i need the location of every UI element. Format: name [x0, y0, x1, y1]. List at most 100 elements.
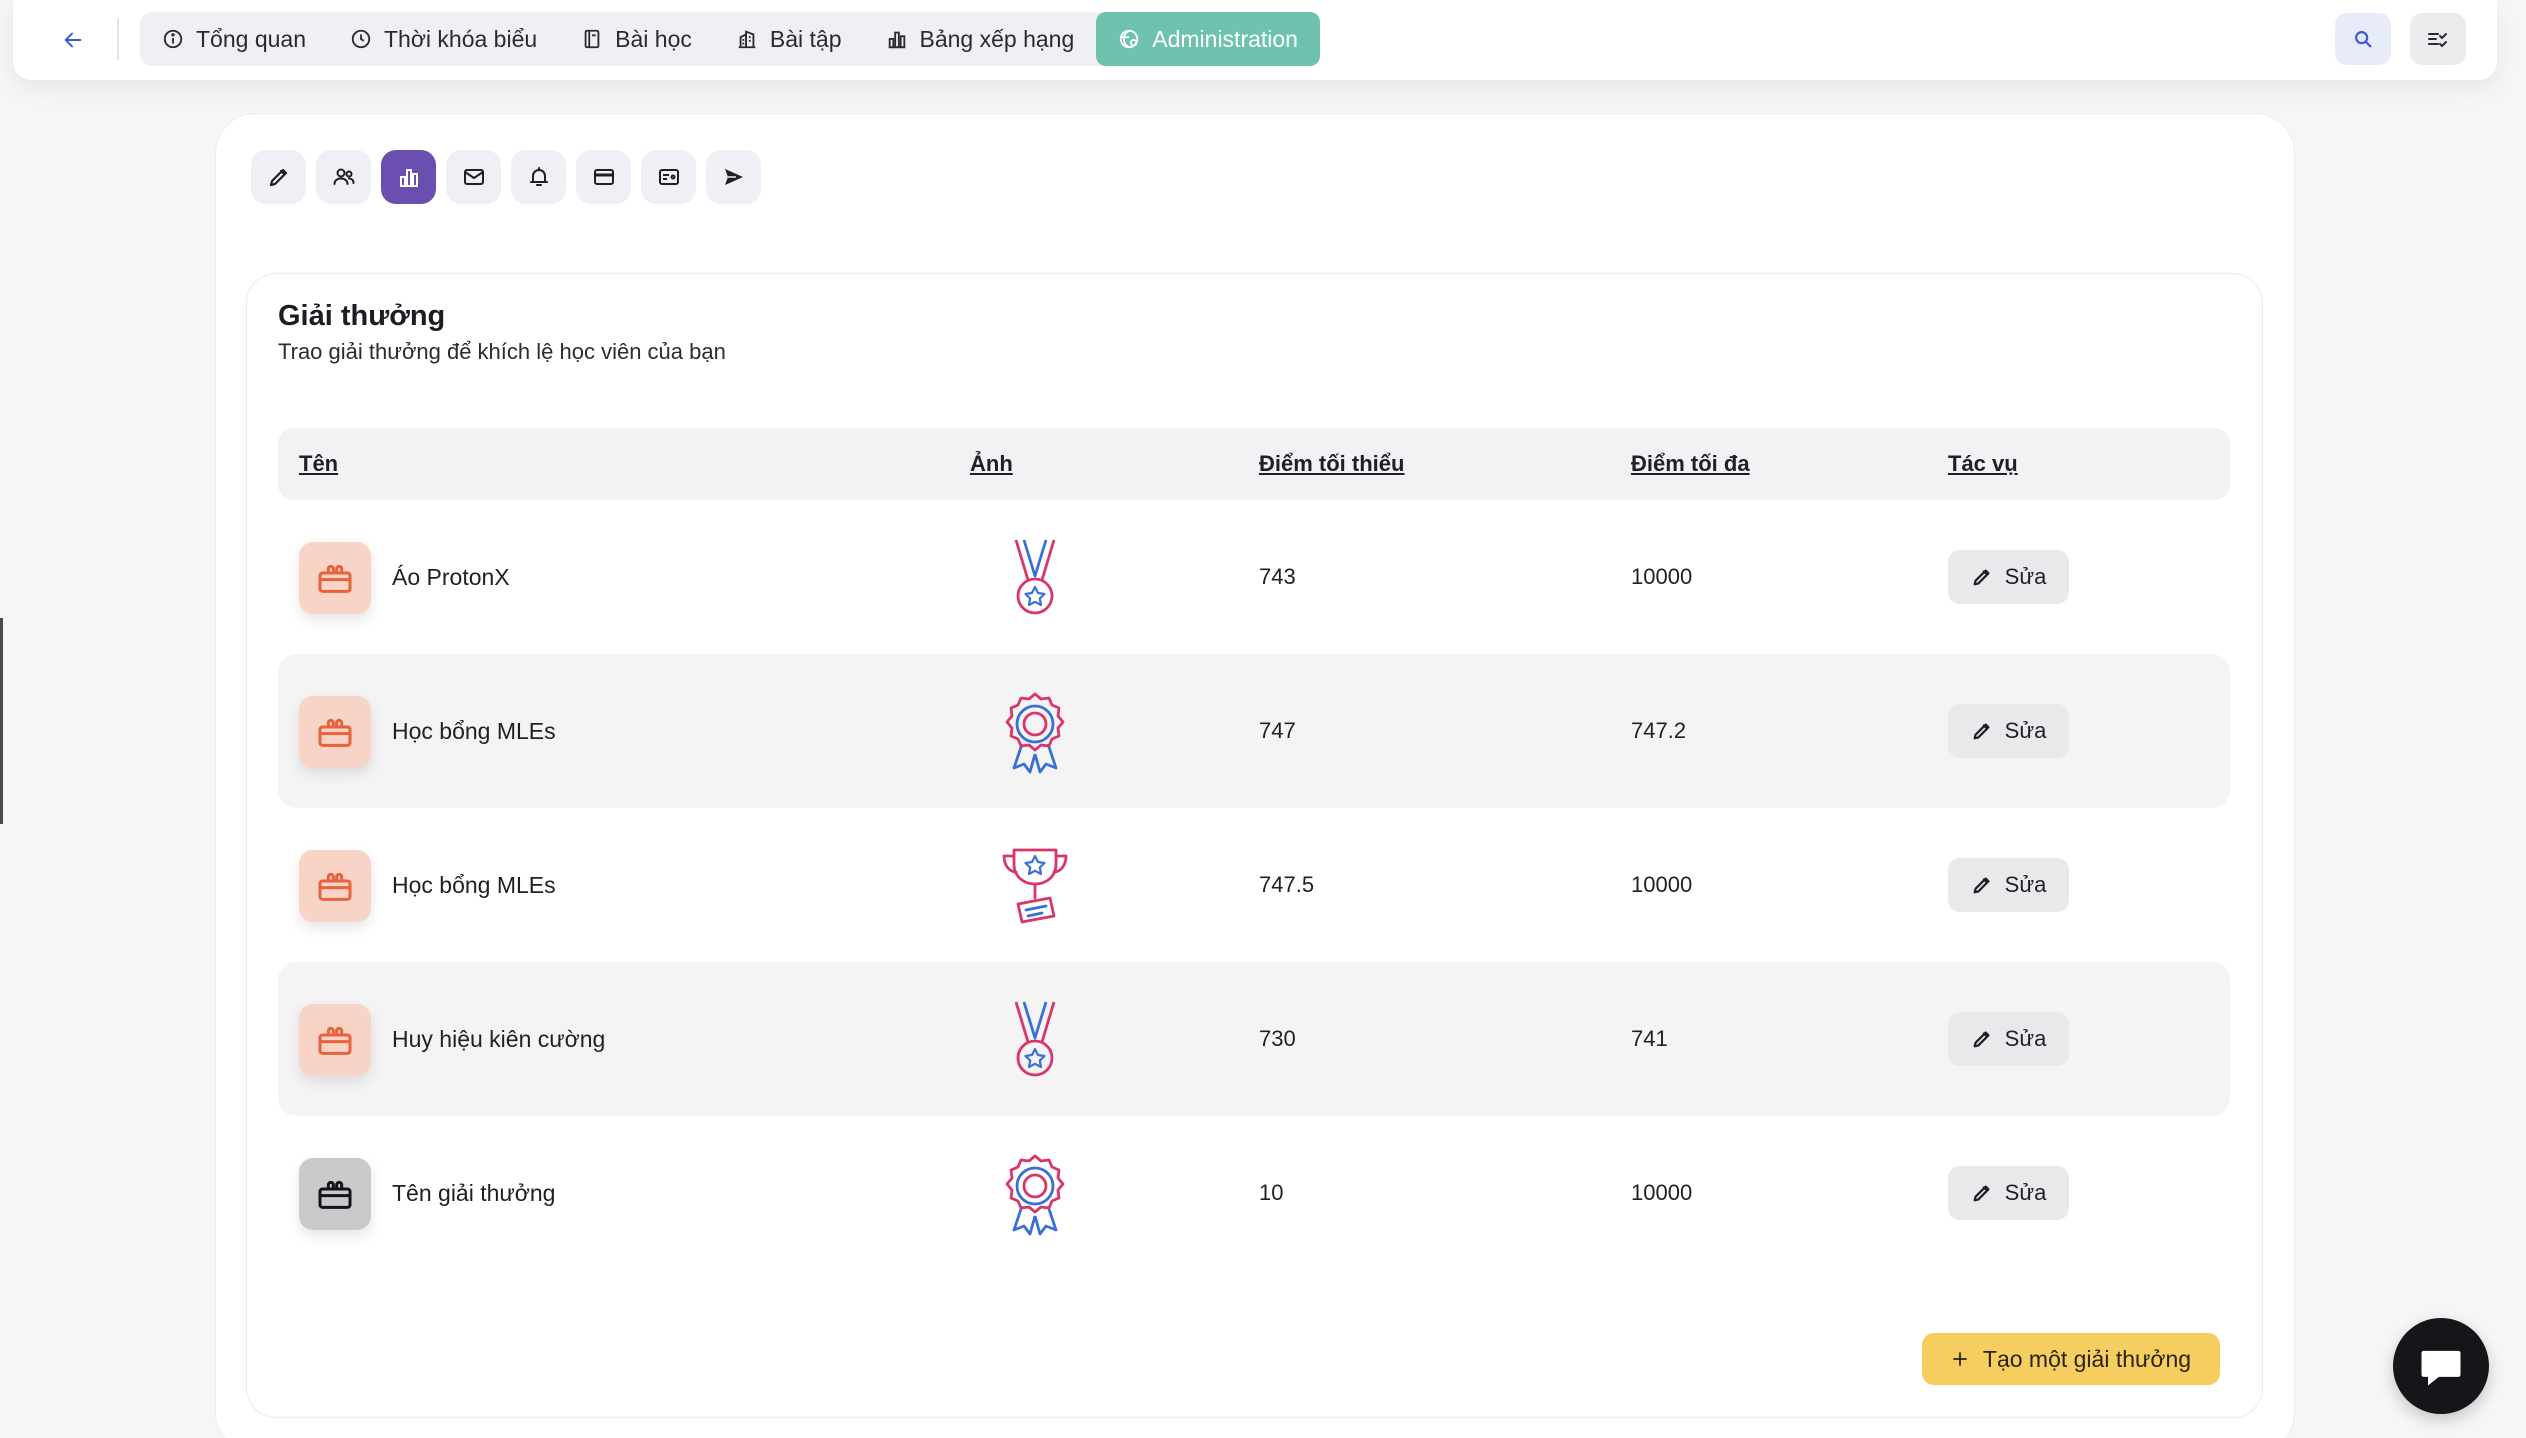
table-row: Tên giải thưởng 10 10000 Sửa [278, 1116, 2230, 1270]
edit-button[interactable]: Sửa [1948, 1012, 2069, 1066]
back-button[interactable] [53, 20, 93, 60]
reward-name: Học bổng MLEs [392, 872, 556, 898]
create-reward-button[interactable]: Tạo một giải thưởng [1922, 1333, 2220, 1385]
menu-button[interactable] [2410, 13, 2466, 65]
reward-image [990, 1148, 1080, 1238]
chat-button[interactable] [2393, 1318, 2489, 1414]
reward-avatar [299, 1158, 371, 1230]
max-score: 747.2 [1631, 718, 1687, 743]
pencil-icon [269, 168, 287, 187]
min-score: 747 [1259, 718, 1296, 743]
reward-name: Áo ProtonX [392, 564, 510, 590]
list-check-icon [2428, 33, 2447, 48]
gift-icon [318, 564, 352, 593]
medal-icon [1014, 539, 1056, 615]
column-header-max-score[interactable]: Điểm tối đa [1631, 428, 1750, 500]
reward-name: Học bổng MLEs [392, 718, 556, 744]
id-card-icon [658, 169, 679, 185]
info-icon [163, 29, 183, 49]
column-header-min-score[interactable]: Điểm tối thiểu [1259, 428, 1404, 500]
max-score: 741 [1631, 1026, 1668, 1051]
edit-button[interactable]: Sửa [1948, 858, 2069, 912]
tab-administration[interactable]: Administration [1096, 12, 1320, 66]
building-icon [738, 30, 756, 49]
tab-leaderboard[interactable]: Bảng xếp hạng [864, 12, 1097, 66]
edit-button[interactable]: Sửa [1948, 704, 2069, 758]
plus-icon [1952, 1352, 1967, 1366]
tool-send[interactable] [706, 150, 761, 204]
reward-avatar [299, 542, 371, 614]
tab-label: Tổng quan [196, 25, 306, 52]
chat-bubble-icon [2421, 1350, 2461, 1386]
search-icon [2355, 31, 2372, 48]
column-header-image[interactable]: Ảnh [970, 428, 1013, 500]
tool-notifications[interactable] [511, 150, 566, 204]
nav-tabs: Tổng quan Thời khóa biểu Bài học Bài tập… [140, 12, 1320, 66]
tool-leaderboard[interactable] [381, 150, 436, 204]
min-score: 10 [1259, 1180, 1284, 1205]
table-row: Áo ProtonX 743 10000 Sửa [278, 500, 2230, 654]
mail-icon [463, 169, 484, 185]
edit-button[interactable]: Sửa [1948, 550, 2069, 604]
table-header: Tên Ảnh Điểm tối thiểu Điểm tối đa Tác v… [278, 428, 2230, 500]
edit-label: Sửa [2004, 1180, 2047, 1205]
pencil-icon [1973, 1185, 1990, 1202]
clock-icon [351, 29, 371, 49]
admin-icon [1120, 29, 1139, 49]
max-score: 10000 [1631, 564, 1693, 589]
min-score: 743 [1259, 564, 1296, 589]
arrow-left-icon [64, 32, 82, 48]
send-icon [724, 169, 743, 185]
tab-label: Bài tập [769, 25, 842, 52]
nav-divider [117, 18, 119, 60]
reward-image [990, 686, 1080, 776]
table-row: Học bổng MLEs 747.5 10000 Sửa [278, 808, 2230, 962]
rosette-icon [1005, 692, 1065, 774]
reward-avatar [299, 696, 371, 768]
gift-icon [318, 718, 352, 747]
tab-schedule[interactable]: Thời khóa biểu [328, 12, 559, 66]
reward-name: Huy hiệu kiên cường [392, 1026, 606, 1052]
tab-exercises[interactable]: Bài tập [714, 12, 864, 66]
tab-label: Bài học [615, 25, 692, 52]
card-icon [593, 169, 614, 185]
reward-image [990, 532, 1080, 622]
edit-label: Sửa [2004, 564, 2047, 589]
trophy-icon [1002, 848, 1068, 924]
edit-label: Sửa [2004, 1026, 2047, 1051]
column-header-name[interactable]: Tên [299, 428, 338, 500]
reward-image [990, 994, 1080, 1084]
search-button[interactable] [2335, 13, 2391, 65]
chart-bars-icon [888, 31, 905, 49]
max-score: 10000 [1631, 1180, 1693, 1205]
pencil-icon [1973, 569, 1990, 586]
reward-avatar [299, 850, 371, 922]
pencil-icon [1973, 1031, 1990, 1048]
section-title: Giải thưởng [278, 300, 446, 332]
tool-certificate[interactable] [641, 150, 696, 204]
gift-icon [318, 1026, 352, 1055]
admin-toolbar [251, 150, 761, 204]
book-icon [584, 29, 600, 49]
leaderboard-icon [399, 169, 418, 187]
max-score: 10000 [1631, 872, 1693, 897]
top-navbar: Tổng quan Thời khóa biểu Bài học Bài tập… [13, 0, 2497, 80]
edit-button[interactable]: Sửa [1948, 1166, 2069, 1220]
tab-overview[interactable]: Tổng quan [140, 12, 328, 66]
gift-icon [318, 872, 352, 901]
medal-icon [1014, 1001, 1056, 1077]
tab-lessons[interactable]: Bài học [559, 12, 714, 66]
tool-payment[interactable] [576, 150, 631, 204]
bell-icon [529, 167, 548, 186]
table-row: Học bổng MLEs 747 747.2 Sửa [278, 654, 2230, 808]
min-score: 747.5 [1259, 872, 1315, 897]
rosette-icon [1005, 1154, 1065, 1236]
tool-mail[interactable] [446, 150, 501, 204]
tool-edit[interactable] [251, 150, 306, 204]
left-edge-handle [0, 618, 3, 824]
column-header-actions[interactable]: Tác vụ [1948, 428, 2018, 500]
tool-users[interactable] [316, 150, 371, 204]
section-subtitle: Trao giải thưởng để khích lệ học viên củ… [278, 339, 726, 364]
tab-label: Thời khóa biểu [383, 25, 538, 52]
tab-label: Bảng xếp hạng [919, 25, 1075, 52]
